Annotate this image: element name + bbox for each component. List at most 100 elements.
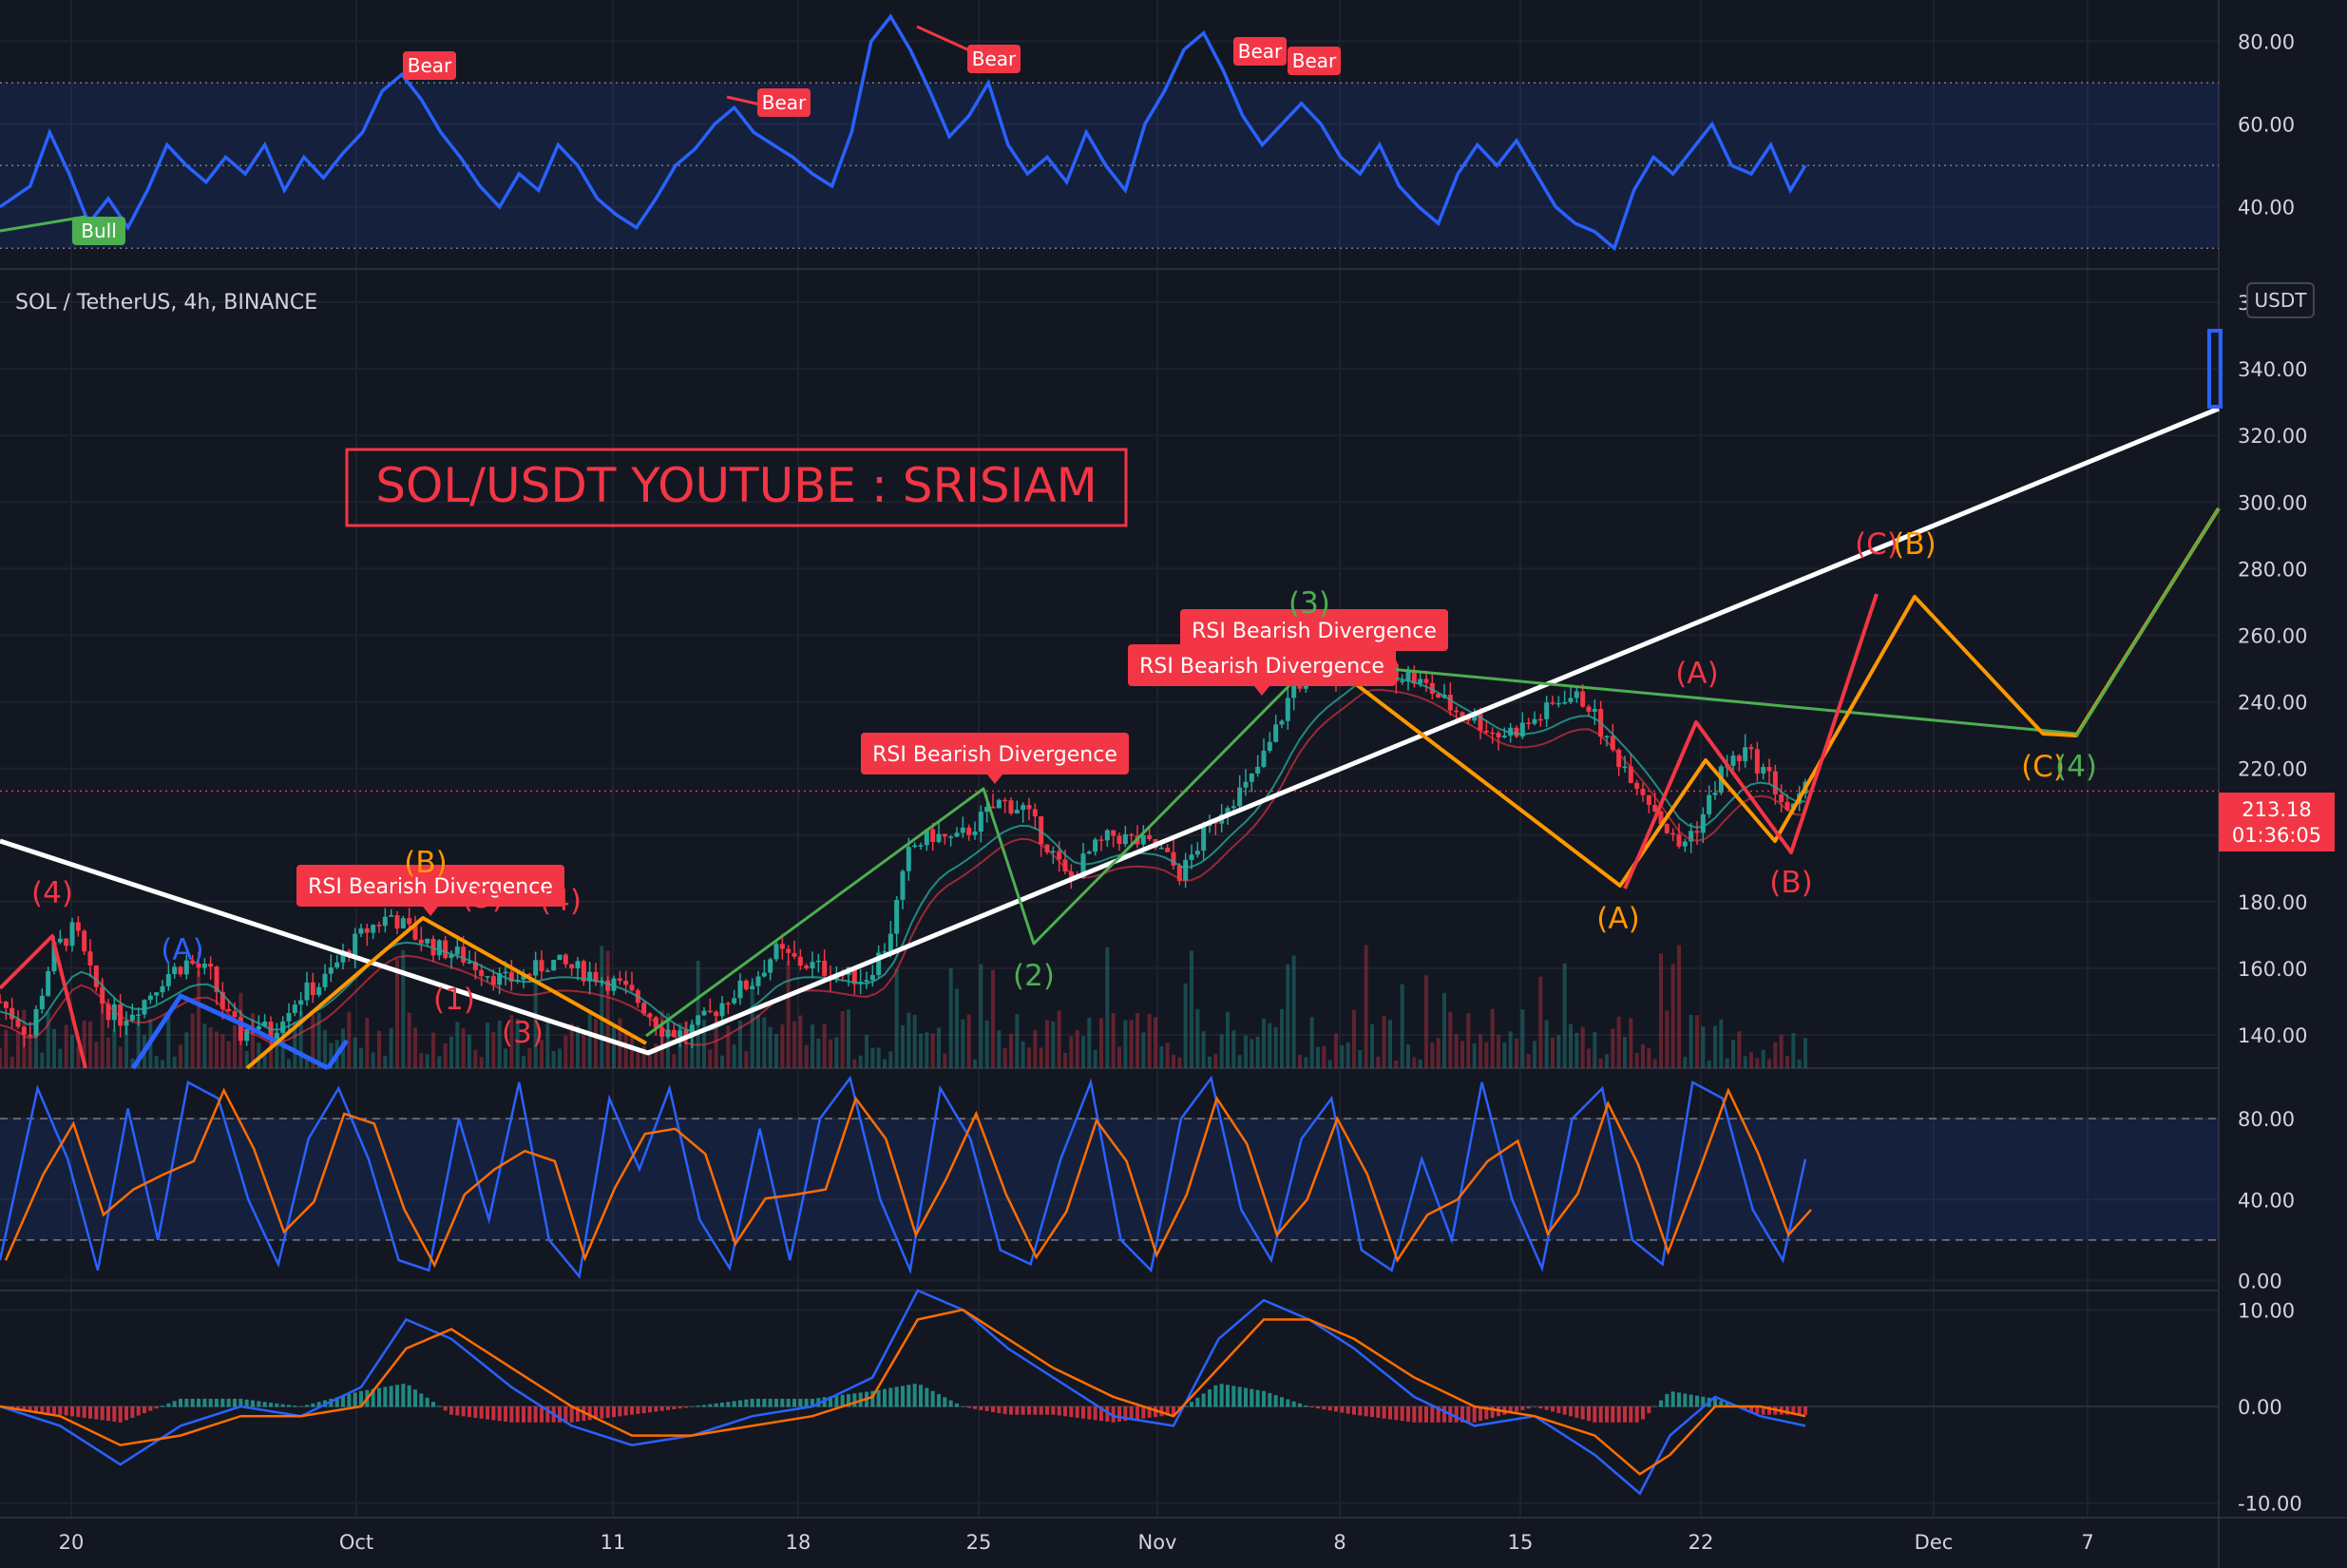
volume-bar bbox=[630, 1036, 634, 1068]
volume-bar bbox=[1123, 1020, 1128, 1068]
symbol-legend[interactable]: SOL / TetherUS, 4h, BINANCE bbox=[15, 291, 317, 315]
candle-body bbox=[1104, 830, 1110, 841]
volume-bar bbox=[811, 1023, 814, 1068]
volume-bar bbox=[1237, 1055, 1242, 1068]
volume-bar bbox=[1737, 1031, 1742, 1068]
volume-bar bbox=[1165, 1042, 1170, 1068]
macd-hist-bar bbox=[966, 1406, 971, 1408]
volume-bar bbox=[1358, 1049, 1363, 1068]
macd-hist-bar bbox=[136, 1406, 141, 1416]
volume-bar bbox=[1177, 1057, 1182, 1068]
macd-hist-bar bbox=[804, 1398, 809, 1407]
macd-hist-bar bbox=[70, 1406, 74, 1417]
candle-body bbox=[376, 925, 382, 927]
candle-body bbox=[394, 915, 400, 929]
currency-label: USDT bbox=[2255, 289, 2308, 312]
rsi-bear-label: Bear bbox=[972, 48, 1017, 70]
macd-hist-bar bbox=[768, 1398, 773, 1407]
candle-body bbox=[1537, 718, 1543, 721]
y-tick-label: 140.00 bbox=[2238, 1024, 2307, 1047]
macd-hist-bar bbox=[1309, 1406, 1314, 1408]
candle-body bbox=[714, 1011, 719, 1017]
candle-body bbox=[1736, 755, 1742, 761]
y-tick-label: 160.00 bbox=[2238, 958, 2307, 981]
volume-bar bbox=[1580, 1026, 1585, 1068]
candle-body bbox=[773, 944, 779, 960]
macd-hist-bar bbox=[262, 1402, 267, 1407]
volume-bar bbox=[1033, 1030, 1038, 1068]
volume-bar bbox=[1069, 1036, 1074, 1068]
volume-bar bbox=[184, 1032, 189, 1068]
candle-body bbox=[743, 980, 749, 989]
macd-hist-bar bbox=[1388, 1406, 1392, 1420]
volume-bar bbox=[852, 1059, 857, 1068]
wave-label: (A) bbox=[1596, 902, 1639, 936]
macd-hist-bar bbox=[1021, 1406, 1025, 1415]
volume-bar bbox=[1665, 1010, 1670, 1068]
candle-body bbox=[3, 1002, 9, 1008]
candle-body bbox=[1279, 720, 1285, 725]
volume-bar bbox=[154, 1056, 159, 1068]
macd-hist-bar bbox=[124, 1406, 128, 1421]
macd-hist-bar bbox=[88, 1406, 92, 1419]
candle-body bbox=[930, 829, 936, 843]
macd-hist-bar bbox=[792, 1398, 796, 1407]
macd-hist-bar bbox=[1616, 1406, 1621, 1423]
candle-body bbox=[1454, 710, 1460, 713]
volume-bar bbox=[1508, 1031, 1513, 1068]
macd-hist-bar bbox=[275, 1403, 279, 1407]
candle-body bbox=[990, 806, 996, 809]
volume-bar bbox=[1280, 1008, 1284, 1068]
macd-hist-bar bbox=[1051, 1406, 1056, 1415]
candle-body bbox=[1550, 702, 1555, 704]
candle-body bbox=[1712, 793, 1718, 795]
candle-body bbox=[1098, 839, 1104, 841]
volume-bar bbox=[883, 1059, 887, 1068]
macd-hist-bar bbox=[1526, 1406, 1531, 1409]
volume-bar bbox=[1605, 1054, 1609, 1068]
macd-hist-bar bbox=[112, 1406, 117, 1423]
volume-bar bbox=[1159, 1046, 1164, 1068]
macd-hist-bar bbox=[1598, 1406, 1603, 1423]
volume-bar bbox=[407, 1012, 411, 1068]
macd-hist-bar bbox=[1400, 1406, 1404, 1422]
wave-label: (A) bbox=[1675, 657, 1718, 691]
macd-hist-bar bbox=[690, 1406, 695, 1407]
candle-body bbox=[154, 992, 160, 996]
candle-body bbox=[1586, 706, 1592, 712]
volume-bar bbox=[347, 1012, 352, 1068]
wave-label: (1) bbox=[433, 983, 475, 1017]
macd-hist-bar bbox=[948, 1400, 953, 1407]
macd-hist-bar bbox=[82, 1406, 86, 1418]
macd-hist-bar bbox=[1430, 1406, 1435, 1423]
candle-body bbox=[142, 1000, 147, 1015]
candle-body bbox=[389, 915, 394, 917]
volume-bar bbox=[1231, 1030, 1236, 1068]
candle-body bbox=[551, 960, 557, 971]
macd-hist-bar bbox=[215, 1398, 219, 1407]
candle-body bbox=[364, 927, 370, 933]
volume-bar bbox=[1785, 1056, 1789, 1068]
candle-body bbox=[972, 832, 978, 835]
candle-body bbox=[1700, 813, 1706, 833]
volume-bar bbox=[1201, 1031, 1206, 1068]
macd-hist-bar bbox=[305, 1405, 309, 1407]
volume-bar bbox=[226, 1041, 231, 1068]
currency-badge[interactable]: USDT bbox=[2246, 282, 2315, 318]
macd-hist-bar bbox=[46, 1406, 50, 1414]
candle-body bbox=[304, 982, 310, 1001]
volume-bar bbox=[1466, 1013, 1471, 1068]
macd-hist-bar bbox=[1033, 1406, 1038, 1415]
chart-canvas[interactable]: Bull Bear Bear Bear Bear Bear RSI Bearish Div… bbox=[0, 0, 2347, 1568]
volume-bar bbox=[768, 1026, 773, 1068]
volume-bar bbox=[1634, 1053, 1639, 1068]
volume-bar bbox=[1611, 1028, 1615, 1068]
macd-hist-bar bbox=[666, 1406, 670, 1410]
macd-hist-bar bbox=[389, 1386, 393, 1407]
macd-hist-bar bbox=[1327, 1406, 1332, 1411]
volume-bar bbox=[1027, 1047, 1031, 1068]
candle-body bbox=[382, 916, 388, 927]
divergence-label: RSI Bearish Divergence bbox=[1192, 620, 1437, 643]
y-tick-label: 180.00 bbox=[2238, 891, 2307, 914]
macd-hist-bar bbox=[1250, 1388, 1254, 1407]
